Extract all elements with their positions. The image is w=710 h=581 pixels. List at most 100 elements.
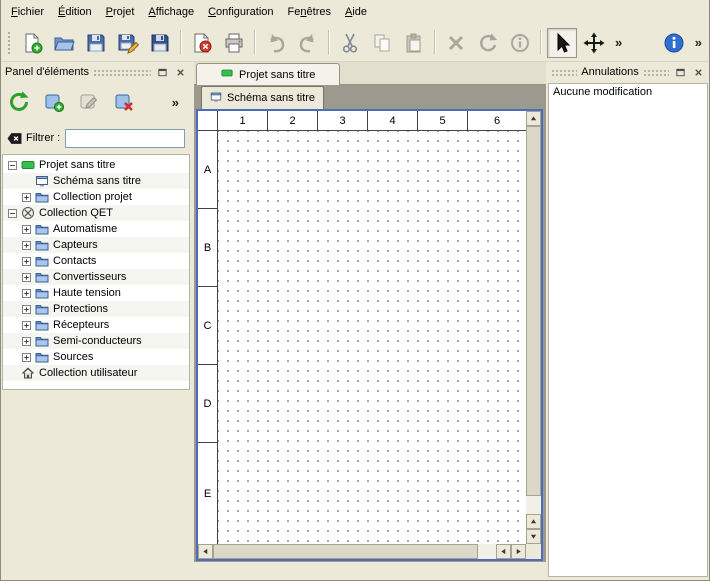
toolbar-overflow-button[interactable]: » xyxy=(611,28,626,58)
dock-grip[interactable] xyxy=(551,68,577,76)
select-mode-button[interactable] xyxy=(547,28,577,58)
elements-tree[interactable]: Projet sans titre Schéma sans titre Coll… xyxy=(2,154,190,390)
dock-close-button[interactable] xyxy=(173,65,187,79)
paste-button[interactable] xyxy=(399,28,429,58)
clear-filter-button[interactable] xyxy=(7,131,21,145)
tree-item-contacts[interactable]: Contacts xyxy=(3,253,189,269)
dock-grip[interactable] xyxy=(93,68,151,76)
close-document-button[interactable] xyxy=(187,28,217,58)
filter-input[interactable] xyxy=(65,129,185,148)
tree-item-automatisme[interactable]: Automatisme xyxy=(3,221,189,237)
undo-dock-titlebar[interactable]: Annulations xyxy=(548,64,708,80)
tree-item-semi-conducteurs[interactable]: Semi-conducteurs xyxy=(3,333,189,349)
collapse-expander-icon[interactable] xyxy=(8,161,17,170)
arrow-left-icon xyxy=(500,548,507,555)
tree-item-convertisseurs[interactable]: Convertisseurs xyxy=(3,269,189,285)
print-button[interactable] xyxy=(219,28,249,58)
diagram-canvas[interactable] xyxy=(218,131,526,544)
open-folder-icon xyxy=(53,32,75,54)
save-as-button[interactable] xyxy=(113,28,143,58)
expand-expander-icon[interactable] xyxy=(22,225,31,234)
expand-expander-icon[interactable] xyxy=(22,241,31,250)
scroll-left-button-2[interactable] xyxy=(496,544,511,559)
tree-item-collection-projet[interactable]: Collection projet xyxy=(3,189,189,205)
tree-item-haute-tension[interactable]: Haute tension xyxy=(3,285,189,301)
open-project-button[interactable] xyxy=(49,28,79,58)
new-document-button[interactable] xyxy=(17,28,47,58)
tab-schema-sans-titre[interactable]: Schéma sans titre xyxy=(201,86,324,109)
tree-item-projet-sans-titre[interactable]: Projet sans titre xyxy=(3,157,189,173)
info-toolbar-overflow-button[interactable]: » xyxy=(691,28,706,58)
save-all-button[interactable] xyxy=(145,28,175,58)
horizontal-scrollbar-thumb[interactable] xyxy=(213,544,478,559)
expand-expander-icon[interactable] xyxy=(22,273,31,282)
new-element-button[interactable] xyxy=(40,88,68,116)
menu-edition[interactable]: Édition xyxy=(51,3,99,21)
row-label: A xyxy=(198,131,217,209)
expand-expander-icon[interactable] xyxy=(22,193,31,202)
pan-mode-button[interactable] xyxy=(579,28,609,58)
undo-empty-message: Aucune modification xyxy=(553,86,652,98)
dock-grip[interactable] xyxy=(643,68,669,76)
tree-item-protections[interactable]: Protections xyxy=(3,301,189,317)
dock-float-button[interactable] xyxy=(673,65,687,79)
tree-item-collection-qet[interactable]: Collection QET xyxy=(3,205,189,221)
reload-collections-button[interactable] xyxy=(5,88,33,116)
info-blue-icon xyxy=(663,32,685,54)
menu-aide[interactable]: Aide xyxy=(338,3,374,21)
undo-button[interactable] xyxy=(261,28,291,58)
expand-expander-icon[interactable] xyxy=(22,257,31,266)
scroll-right-button[interactable] xyxy=(511,544,526,559)
expand-expander-icon[interactable] xyxy=(22,289,31,298)
scroll-left-button[interactable] xyxy=(198,544,213,559)
tree-item-sources[interactable]: Sources xyxy=(3,349,189,365)
undo-history-list[interactable]: Aucune modification xyxy=(548,83,708,577)
collapse-expander-icon[interactable] xyxy=(8,209,17,218)
horizontal-scrollbar[interactable] xyxy=(198,544,526,559)
toolbar-handle[interactable] xyxy=(7,31,12,55)
save-button[interactable] xyxy=(81,28,111,58)
close-icon xyxy=(175,67,186,78)
rotate-button[interactable] xyxy=(473,28,503,58)
expand-expander-icon[interactable] xyxy=(22,353,31,362)
tree-item-collection-utilisateur[interactable]: Collection utilisateur xyxy=(3,365,189,381)
delete-button[interactable] xyxy=(441,28,471,58)
scroll-up-button[interactable] xyxy=(526,111,541,126)
menu-configuration[interactable]: Configuration xyxy=(201,3,280,21)
tree-item-schema-sans-titre[interactable]: Schéma sans titre xyxy=(3,173,189,189)
vertical-scrollbar[interactable] xyxy=(526,111,541,544)
dock-close-button[interactable] xyxy=(691,65,705,79)
undo-history-dock: Annulations Aucune modification xyxy=(548,64,708,577)
vertical-scrollbar-thumb[interactable] xyxy=(526,126,541,496)
delete-element-button[interactable] xyxy=(110,88,138,116)
expand-expander-icon[interactable] xyxy=(22,321,31,330)
cut-button[interactable] xyxy=(335,28,365,58)
menu-affichage[interactable]: Affichage xyxy=(141,3,201,21)
about-button[interactable] xyxy=(659,28,689,58)
elements-panel-titlebar[interactable]: Panel d'éléments xyxy=(2,64,190,80)
scroll-down-button[interactable] xyxy=(526,529,541,544)
menu-projet[interactable]: Projet xyxy=(99,3,142,21)
expand-expander-icon[interactable] xyxy=(22,337,31,346)
dock-float-button[interactable] xyxy=(155,65,169,79)
tree-item-label: Récepteurs xyxy=(53,319,109,331)
edit-element-icon xyxy=(78,91,100,113)
menu-fenetres[interactable]: Fenêtres xyxy=(281,3,338,21)
menu-fichier[interactable]: Fichier xyxy=(4,3,51,21)
copy-button[interactable] xyxy=(367,28,397,58)
tree-item-capteurs[interactable]: Capteurs xyxy=(3,237,189,253)
tree-item-recepteurs[interactable]: Récepteurs xyxy=(3,317,189,333)
element-info-button[interactable] xyxy=(505,28,535,58)
edit-element-button[interactable] xyxy=(75,88,103,116)
redo-button[interactable] xyxy=(293,28,323,58)
folder-icon xyxy=(35,222,49,236)
project-tab-label: Projet sans titre xyxy=(239,69,315,81)
column-label: 4 xyxy=(368,111,418,130)
tab-projet-sans-titre[interactable]: Projet sans titre xyxy=(196,63,340,85)
expand-expander-icon[interactable] xyxy=(22,305,31,314)
scroll-up-button-2[interactable] xyxy=(526,514,541,529)
save-icon xyxy=(85,32,107,54)
panel-toolbar-overflow-button[interactable]: » xyxy=(168,87,183,117)
elements-panel-dock: Panel d'éléments » Filtrer : Projet sans… xyxy=(2,64,190,577)
filter-label: Filtrer : xyxy=(26,132,60,144)
